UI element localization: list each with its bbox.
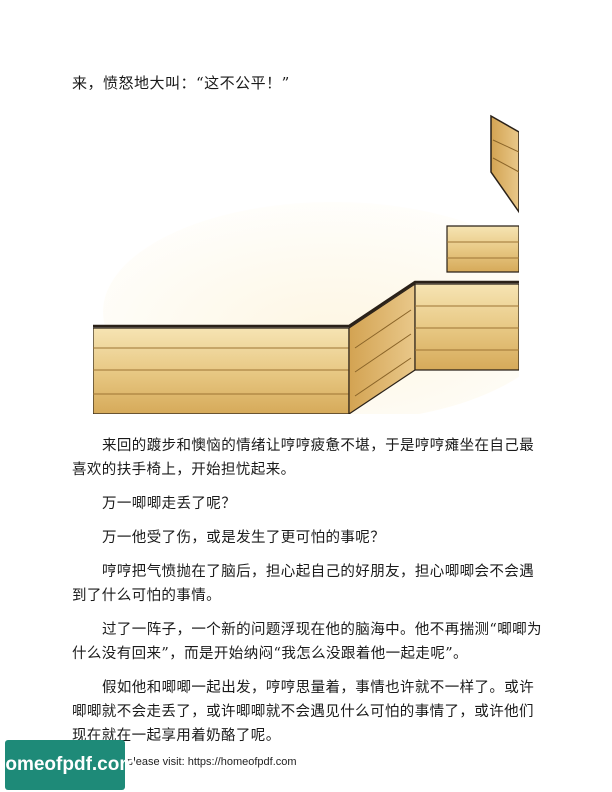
maze-wall-illustration bbox=[93, 112, 519, 414]
footer: e please visit: https://homeofpdf.com ho… bbox=[0, 740, 612, 792]
footer-visit-text: e please visit: https://homeofpdf.com bbox=[118, 756, 297, 768]
paragraph: 来回的踱步和懊恼的情绪让哼哼疲惫不堪，于是哼哼瘫坐在自己最喜欢的扶手椅上，开始担… bbox=[72, 438, 535, 478]
paragraph: 假如他和唧唧一起出发，哼哼思量着，事情也许就不一样了。或许唧唧就不会走丢了，或许… bbox=[72, 680, 535, 744]
paragraph: 哼哼把气愤抛在了脑后，担心起自己的好朋友，担心唧唧会不会遇到了什么可怕的事情。 bbox=[72, 564, 535, 604]
body-paragraphs: 来回的踱步和懊恼的情绪让哼哼疲惫不堪，于是哼哼瘫坐在自己最喜欢的扶手椅上，开始担… bbox=[72, 434, 542, 758]
paragraph: 万一唧唧走丢了呢？ bbox=[102, 496, 237, 512]
homeofpdf-logo[interactable]: homeofpdf.com bbox=[0, 740, 136, 790]
text-line-top: 来，愤怒地大叫：“这不公平！” bbox=[72, 74, 290, 92]
paragraph: 过了一阵子，一个新的问题浮现在他的脑海中。他不再揣测“唧唧为什么没有回来”，而是… bbox=[72, 622, 542, 662]
paragraph: 万一他受了伤，或是发生了更可怕的事呢？ bbox=[102, 530, 386, 546]
